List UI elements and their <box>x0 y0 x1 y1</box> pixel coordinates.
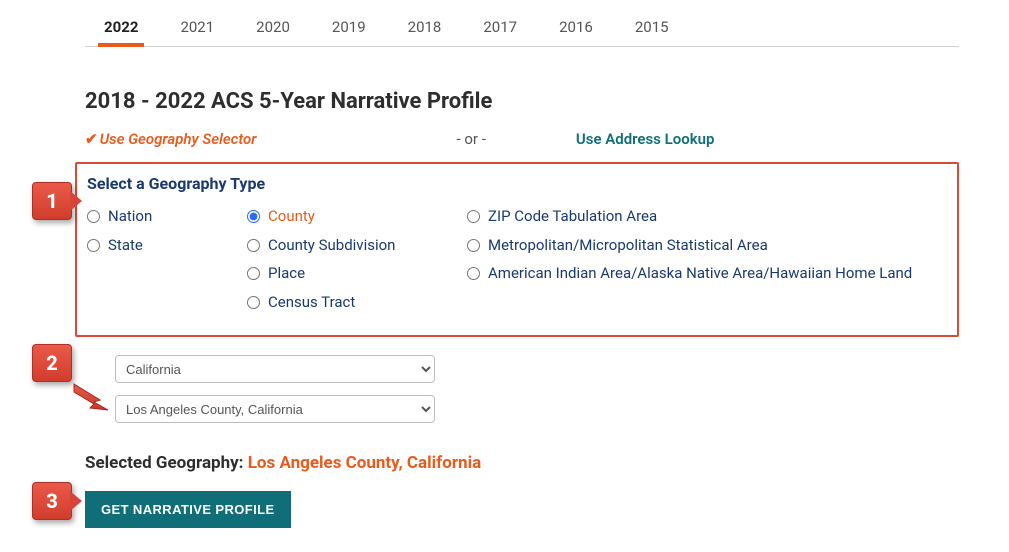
radio-metro-input[interactable] <box>467 239 480 252</box>
radio-zcta[interactable]: ZIP Code Tabulation Area <box>467 205 945 228</box>
radio-county-subdivision-input[interactable] <box>247 239 260 252</box>
arrow-icon <box>72 382 114 412</box>
radio-zcta-label: ZIP Code Tabulation Area <box>488 205 657 228</box>
radio-county-input[interactable] <box>247 210 260 223</box>
radio-place[interactable]: Place <box>247 262 447 285</box>
radio-nation[interactable]: Nation <box>87 205 227 228</box>
tab-2018[interactable]: 2018 <box>404 10 446 46</box>
radio-place-label: Place <box>268 262 305 285</box>
radio-county-label: County <box>268 205 315 228</box>
radio-census-tract[interactable]: Census Tract <box>247 291 447 314</box>
radio-aian-label: American Indian Area/Alaska Native Area/… <box>488 262 912 285</box>
radio-census-tract-input[interactable] <box>247 296 260 309</box>
method-row: ✔ Use Geography Selector - or - Use Addr… <box>85 130 959 148</box>
tab-2019[interactable]: 2019 <box>328 10 370 46</box>
selected-geography-label: Selected Geography: <box>85 453 248 473</box>
tab-2022[interactable]: 2022 <box>100 10 142 46</box>
radio-aian[interactable]: American Indian Area/Alaska Native Area/… <box>467 262 945 285</box>
radio-state[interactable]: State <box>87 234 227 257</box>
radio-state-label: State <box>108 234 143 257</box>
geo-selector-label: Use Geography Selector <box>100 130 257 148</box>
radio-nation-label: Nation <box>108 205 152 228</box>
use-address-lookup-link[interactable]: Use Address Lookup <box>576 130 715 148</box>
step-2-badge: 2 <box>32 344 72 382</box>
year-tabs: 2022 2021 2020 2019 2018 2017 2016 2015 <box>85 10 959 47</box>
state-select[interactable]: California <box>115 355 435 383</box>
radio-county-subdivision[interactable]: County Subdivision <box>247 234 447 257</box>
radio-metro[interactable]: Metropolitan/Micropolitan Statistical Ar… <box>467 234 945 257</box>
tab-2016[interactable]: 2016 <box>555 10 597 46</box>
or-label: - or - <box>457 130 486 148</box>
tab-2021[interactable]: 2021 <box>176 10 218 46</box>
use-geography-selector-link[interactable]: ✔ Use Geography Selector <box>85 130 257 148</box>
radio-county[interactable]: County <box>247 205 447 228</box>
tab-2015[interactable]: 2015 <box>631 10 673 46</box>
step-3-badge: 3 <box>32 482 72 520</box>
geography-type-heading: Select a Geography Type <box>87 174 945 193</box>
geography-selects: California Los Angeles County, Californi… <box>115 355 959 423</box>
page-title: 2018 - 2022 ACS 5-Year Narrative Profile <box>85 89 959 114</box>
radio-nation-input[interactable] <box>87 210 100 223</box>
check-icon: ✔ <box>85 130 98 148</box>
selected-geography-line: Selected Geography: Los Angeles County, … <box>85 453 959 473</box>
radio-aian-input[interactable] <box>467 267 480 280</box>
radio-place-input[interactable] <box>247 267 260 280</box>
radio-metro-label: Metropolitan/Micropolitan Statistical Ar… <box>488 234 768 257</box>
tab-2017[interactable]: 2017 <box>479 10 521 46</box>
selected-geography-value: Los Angeles County, California <box>248 453 481 473</box>
radio-zcta-input[interactable] <box>467 210 480 223</box>
tab-2020[interactable]: 2020 <box>252 10 294 46</box>
county-select[interactable]: Los Angeles County, California <box>115 395 435 423</box>
radio-state-input[interactable] <box>87 239 100 252</box>
step-1-badge: 1 <box>32 182 72 220</box>
radio-county-subdivision-label: County Subdivision <box>268 234 395 257</box>
radio-census-tract-label: Census Tract <box>268 291 355 314</box>
geography-type-box: Select a Geography Type Nation State Cou… <box>75 162 959 337</box>
get-narrative-profile-button[interactable]: GET NARRATIVE PROFILE <box>85 491 291 528</box>
